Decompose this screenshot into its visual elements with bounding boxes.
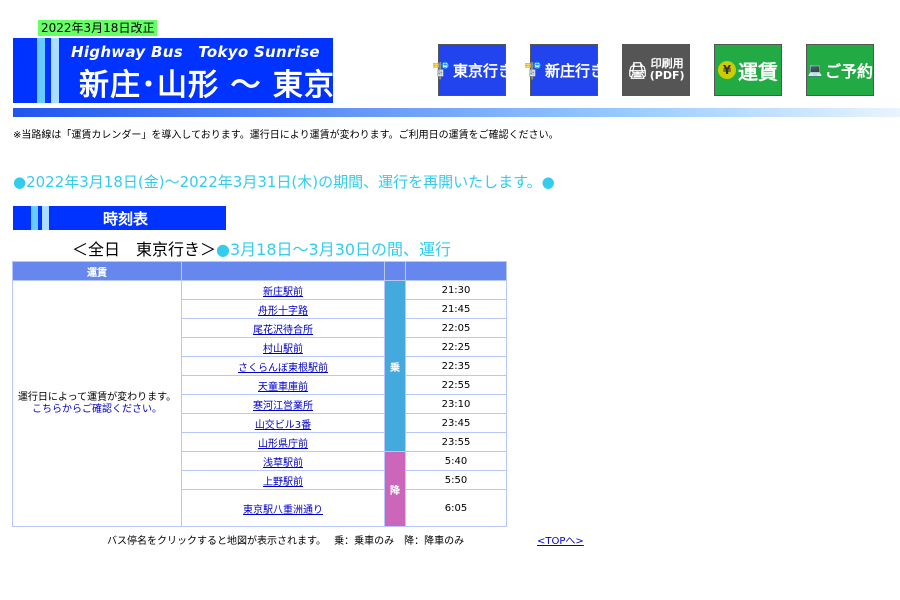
fare-calendar-notice: ※当路線は「運賃カレンダー」を導入しております。運行日により運賃が変わります。ご… xyxy=(13,130,559,141)
back-to-top-link[interactable]: <TOPへ> xyxy=(537,532,584,547)
stop-link[interactable]: 山形県庁前 xyxy=(258,439,308,450)
boarding-only-marker: 乗 xyxy=(384,280,406,452)
printer-icon: 🖨 xyxy=(627,60,648,80)
stop-link[interactable]: 寒河江営業所 xyxy=(253,401,313,412)
departure-time: 21:45 xyxy=(405,299,507,319)
print-pdf-button[interactable]: 🖨 印刷用 (PDF) xyxy=(622,44,690,96)
stop-link[interactable]: 舟形十字路 xyxy=(258,306,308,317)
stop-link[interactable]: 新庄駅前 xyxy=(263,287,303,298)
stop-link[interactable]: 村山駅前 xyxy=(263,344,303,355)
stop-link[interactable]: 尾花沢待合所 xyxy=(253,325,313,336)
timetable: 運賃 運行日によって運賃が変わります。 こちらからご確認ください。 新庄駅前 乗… xyxy=(12,261,507,527)
bus-stop-icon: 🚏 xyxy=(431,60,451,80)
fare-cell: 運行日によって運賃が変わります。 こちらからご確認ください。 xyxy=(12,280,182,527)
stop-link[interactable]: 山交ビル3番 xyxy=(255,420,311,431)
fare-column-header: 運賃 xyxy=(12,261,182,281)
to-shinjo-button[interactable]: 🚏 新庄行き xyxy=(523,44,605,96)
timetable-header-row: 運賃 xyxy=(12,261,507,281)
header-divider xyxy=(13,108,900,117)
stop-link[interactable]: 上野駅前 xyxy=(263,477,303,488)
brand-name: Highway Bus Tokyo Sunrise xyxy=(71,43,320,61)
arrival-time: 5:40 xyxy=(405,451,507,471)
arrival-time: 5:50 xyxy=(405,470,507,490)
departure-time: 22:35 xyxy=(405,356,507,376)
departure-time: 23:55 xyxy=(405,432,507,452)
fare-button[interactable]: ¥ 運賃 xyxy=(714,44,782,96)
alighting-only-marker: 降 xyxy=(384,451,406,527)
departure-time: 22:55 xyxy=(405,375,507,395)
laptop-icon: 💻 xyxy=(807,63,823,77)
route-banner: Highway Bus Tokyo Sunrise 新庄･山形 ～ 東京 xyxy=(13,38,333,103)
stop-link[interactable]: 浅草駅前 xyxy=(263,458,303,469)
stop-link[interactable]: 天童車庫前 xyxy=(258,382,308,393)
map-hint-legend: バス停名をクリックすると地図が表示されます。 乗：乗車のみ 降：降車のみ xyxy=(107,536,465,547)
to-tokyo-button[interactable]: 🚏 東京行き xyxy=(431,44,513,96)
arrival-time: 6:05 xyxy=(405,489,507,527)
service-period-notice: ●2022年3月18日(金)～2022年3月31日(木)の期間、運行を再開いたし… xyxy=(13,173,555,191)
timetable-section-header: 時刻表 xyxy=(13,206,226,230)
bus-stop-icon: 🚏 xyxy=(523,60,543,80)
timetable-subheading: ＜全日 東京行き＞●3月18日～3月30日の間、運行 xyxy=(72,240,452,259)
stop-link[interactable]: さくらんぼ東根駅前 xyxy=(238,363,328,374)
departure-time: 23:10 xyxy=(405,394,507,414)
departure-time: 22:25 xyxy=(405,337,507,357)
reserve-button[interactable]: 💻 ご予約 xyxy=(806,44,874,96)
revision-date: 2022年3月18日改正 xyxy=(38,20,158,36)
fare-check-link[interactable]: こちらからご確認ください。 xyxy=(32,404,162,415)
departure-time: 22:05 xyxy=(405,318,507,338)
departure-time: 23:45 xyxy=(405,413,507,433)
departure-time: 21:30 xyxy=(405,280,507,300)
table-row: 運行日によって運賃が変わります。 こちらからご確認ください。 新庄駅前 乗 21… xyxy=(12,280,507,527)
route-title: 新庄･山形 ～ 東京 xyxy=(79,68,333,103)
yen-coin-icon: ¥ xyxy=(718,61,736,79)
stop-link[interactable]: 東京駅八重洲通り xyxy=(243,505,323,516)
section-title: 時刻表 xyxy=(103,210,149,228)
